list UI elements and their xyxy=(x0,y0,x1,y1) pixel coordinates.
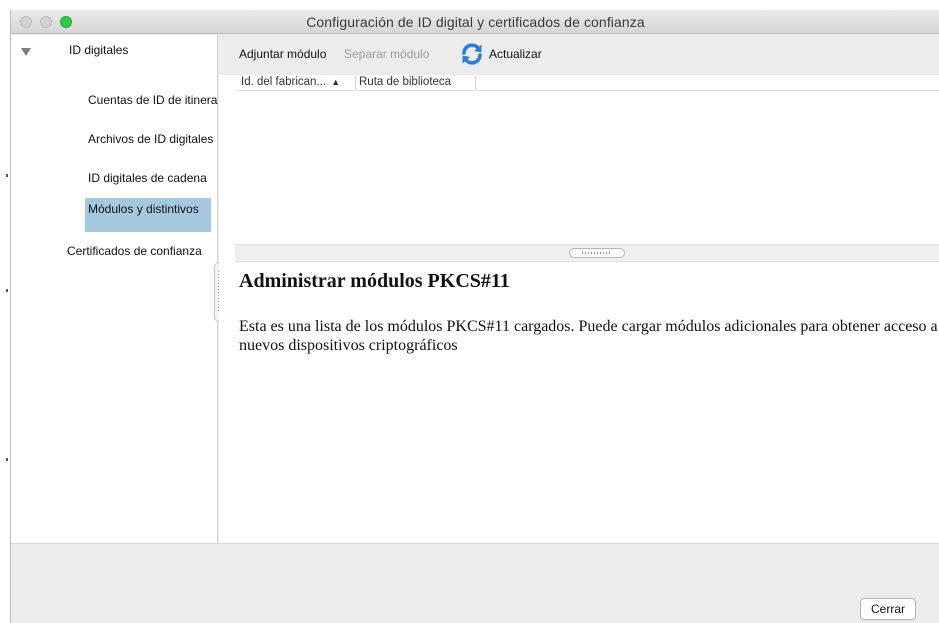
background-strip xyxy=(0,0,10,623)
splitter-grip-icon[interactable] xyxy=(569,248,625,258)
description-title: Administrar módulos PKCS#11 xyxy=(239,270,510,292)
sidebar-item-certificados-confianza[interactable]: Certificados de confianza xyxy=(67,244,218,258)
detach-module-button[interactable]: Separar módulo xyxy=(344,47,429,61)
dialog-footer: Cerrar xyxy=(11,543,939,623)
dialog-window: Configuración de ID digital y certificad… xyxy=(10,10,939,623)
sidebar-item-id-digitales[interactable]: ID digitales xyxy=(69,43,128,57)
refresh-button[interactable]: Actualizar xyxy=(489,47,542,61)
window-title: Configuración de ID digital y certificad… xyxy=(306,14,645,30)
disclosure-triangle-icon[interactable] xyxy=(21,48,31,56)
modules-table-body[interactable] xyxy=(235,92,939,244)
main-panel: Adjuntar módulo Separar módulo Actualiza… xyxy=(219,35,939,543)
column-divider[interactable] xyxy=(355,76,356,89)
description-panel: Administrar módulos PKCS#11 Esta es una … xyxy=(239,265,939,355)
sidebar-item-modulos-distintivos[interactable]: Módulos y distintivos xyxy=(85,198,211,232)
toolbar: Adjuntar módulo Separar módulo Actualiza… xyxy=(219,35,939,75)
attach-module-button[interactable]: Adjuntar módulo xyxy=(239,47,326,61)
sort-ascending-icon: ▲ xyxy=(331,77,341,87)
modules-table-header: Id. del fabrican... ▲ Ruta de biblioteca xyxy=(235,75,939,91)
sidebar-item-id-cadena[interactable]: ID digitales de cadena xyxy=(88,171,218,185)
sidebar-tree: ID digitales Cuentas de ID de itineranci… xyxy=(11,35,218,543)
description-text: Esta es una lista de los módulos PKCS#11… xyxy=(239,318,938,354)
title-bar[interactable]: Configuración de ID digital y certificad… xyxy=(11,10,939,34)
column-header-manufacturer[interactable]: Id. del fabrican... ▲ xyxy=(241,76,340,88)
edge-mark xyxy=(6,289,8,292)
sidebar-item-cuentas-itinerancia[interactable]: Cuentas de ID de itinerancia xyxy=(88,93,218,107)
refresh-icon[interactable] xyxy=(460,42,484,66)
horizontal-splitter[interactable] xyxy=(235,244,939,262)
edge-mark xyxy=(6,174,8,177)
column-header-library-path[interactable]: Ruta de biblioteca xyxy=(359,76,451,88)
close-button[interactable]: Cerrar xyxy=(860,598,916,620)
sidebar-item-archivos-id[interactable]: Archivos de ID digitales xyxy=(88,132,218,146)
edge-mark xyxy=(6,458,8,461)
column-header-label: Id. del fabrican... xyxy=(241,76,327,88)
column-divider[interactable] xyxy=(475,76,476,89)
